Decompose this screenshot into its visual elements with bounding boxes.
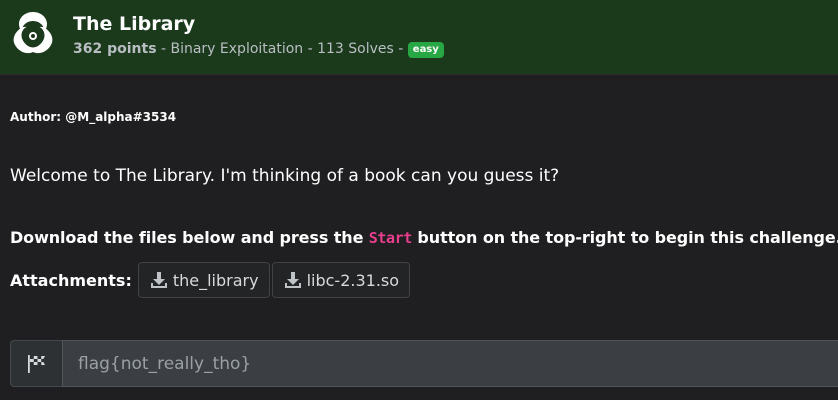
flag-addon <box>10 340 62 387</box>
attachment-the-library-button[interactable]: the_library <box>137 262 270 298</box>
checkered-flag-icon <box>27 354 45 373</box>
instruction-prefix: Download the files below and press the <box>10 228 369 247</box>
author-line: Author: @M_alpha#3534 <box>10 110 177 124</box>
instructions-text: Download the files below and press the S… <box>10 226 838 250</box>
challenge-meta: 362 points - Binary Exploitation - 113 S… <box>73 40 444 58</box>
biohazard-icon <box>13 12 53 54</box>
category-solves: - Binary Exploitation - 113 Solves - <box>156 41 408 57</box>
attachments-label: Attachments: <box>10 270 132 290</box>
flag-input[interactable] <box>62 340 838 387</box>
welcome-text: Welcome to The Library. I'm thinking of … <box>10 166 560 186</box>
challenge-title: The Library <box>73 13 196 35</box>
start-code: Start <box>368 229 413 247</box>
points-value: 362 points <box>73 41 157 57</box>
challenge-header: The Library 362 points - Binary Exploita… <box>0 0 838 75</box>
download-icon <box>284 272 301 288</box>
attachment-name: the_library <box>172 270 259 290</box>
flag-submit-group <box>10 340 838 387</box>
instruction-suffix: button on the top-right to begin this ch… <box>411 228 838 247</box>
difficulty-badge: easy <box>407 42 444 58</box>
download-icon <box>150 272 167 288</box>
attachments-row: Attachments: the_library libc-2.31.so <box>10 262 412 298</box>
attachment-libc-button[interactable]: libc-2.31.so <box>271 262 411 298</box>
attachment-name: libc-2.31.so <box>306 270 400 290</box>
